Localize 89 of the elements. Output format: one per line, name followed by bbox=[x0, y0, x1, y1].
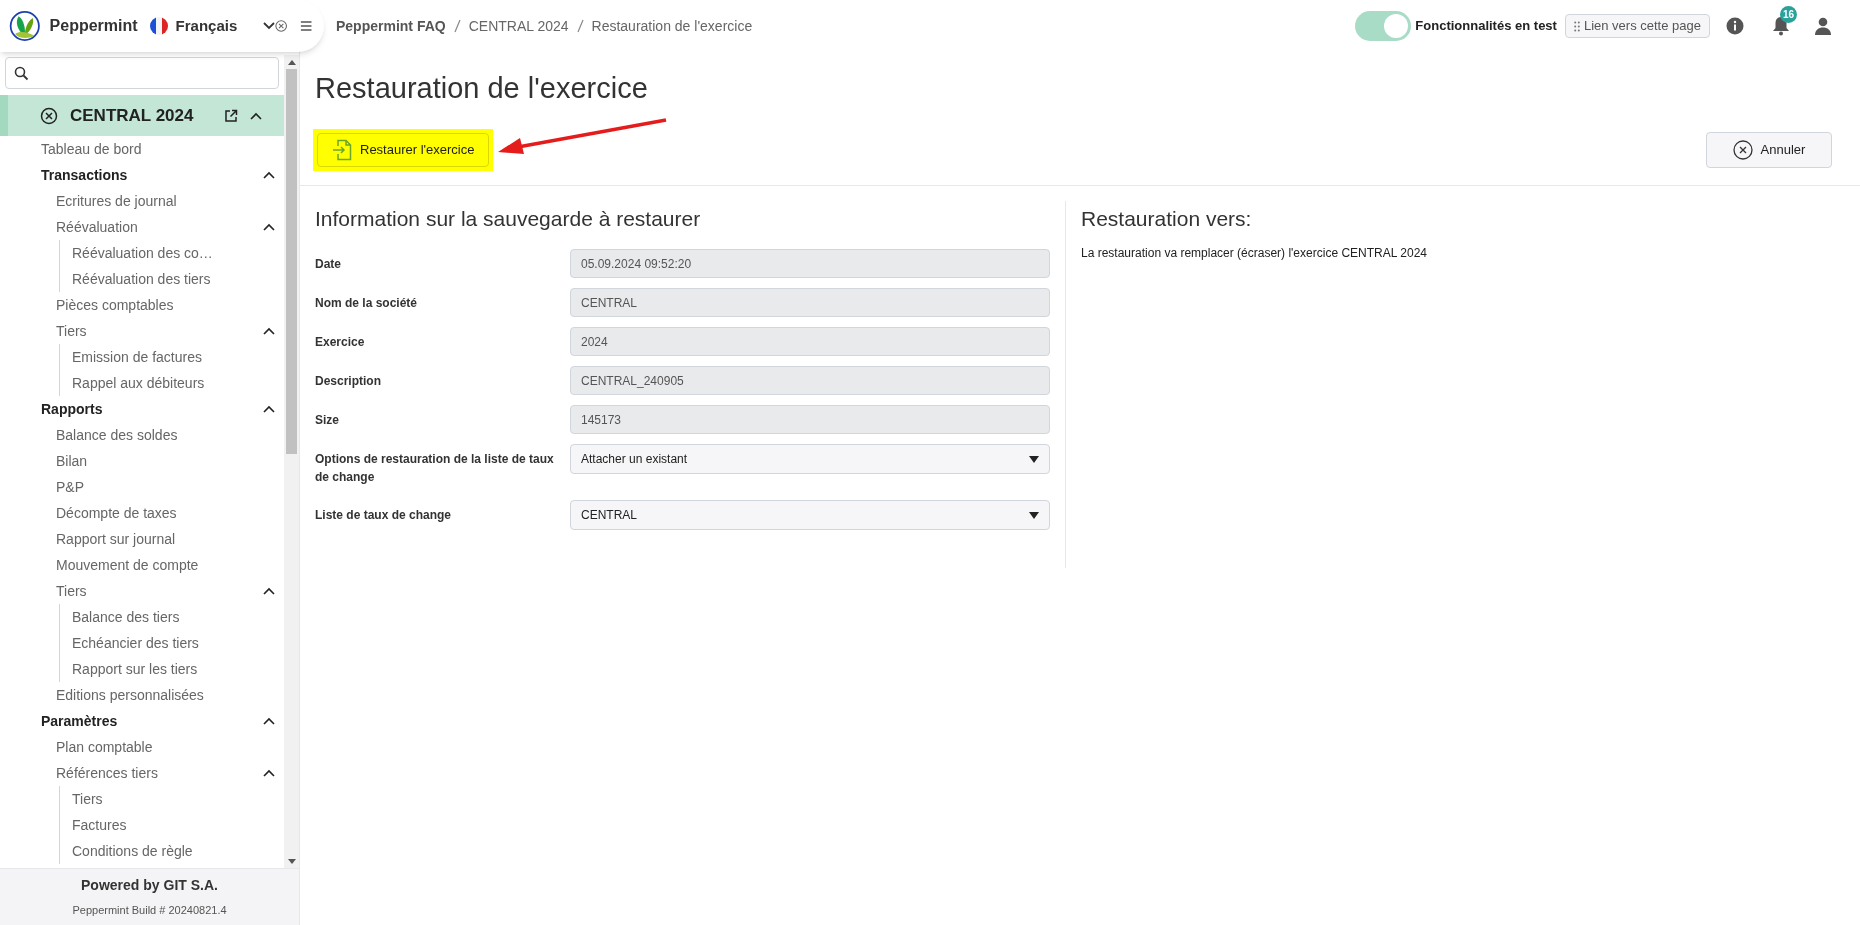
company-name: CENTRAL 2024 bbox=[70, 104, 194, 127]
sidebar-item[interactable]: Références tiers bbox=[56, 762, 158, 784]
sidebar-item[interactable]: Réévaluation bbox=[56, 216, 138, 238]
sidebar-item[interactable]: Décompte de taxes bbox=[56, 502, 177, 524]
field-label: Options de restauration de la liste de taux de change bbox=[315, 451, 555, 486]
link-button[interactable]: Lien vers cette page bbox=[1564, 14, 1710, 38]
scroll-up-icon[interactable] bbox=[287, 59, 296, 65]
chevron-up-icon[interactable] bbox=[250, 111, 262, 120]
sidebar-item[interactable]: Emission de factures bbox=[72, 346, 202, 368]
chevron-up-icon[interactable] bbox=[263, 327, 275, 335]
sidebar-section[interactable]: Paramètres bbox=[41, 710, 118, 732]
drag-handle-icon bbox=[1573, 20, 1580, 32]
sidebar-section[interactable]: Transactions bbox=[41, 164, 128, 186]
sidebar-item[interactable]: Tiers bbox=[56, 580, 87, 602]
notification-badge: 16 bbox=[1780, 6, 1798, 23]
close-circle-icon bbox=[1732, 140, 1753, 160]
field-label: Nom de la société bbox=[315, 295, 419, 312]
sidebar-item[interactable]: Factures bbox=[72, 814, 127, 836]
readonly-field[interactable]: 2024 bbox=[570, 327, 1050, 356]
sidebar-item[interactable]: Tableau de bord bbox=[41, 138, 142, 160]
restore-button[interactable]: Restaurer l'exercice bbox=[317, 133, 490, 167]
chevron-up-icon[interactable] bbox=[263, 587, 275, 595]
powered-by-text: Powered by GIT S.A. bbox=[81, 876, 218, 896]
dropdown-field[interactable]: CENTRAL bbox=[570, 500, 1050, 530]
sidebar-item[interactable]: Plan comptable bbox=[56, 736, 153, 758]
breadcrumb-link[interactable]: Peppermint FAQ bbox=[336, 15, 446, 37]
sidebar-item[interactable]: Echéancier des tiers bbox=[72, 632, 199, 654]
sidebar-item[interactable]: Editions personnalisées bbox=[56, 684, 204, 706]
info-icon[interactable] bbox=[1726, 17, 1744, 35]
flag-icon bbox=[149, 17, 168, 35]
app-name: Peppermint bbox=[49, 16, 138, 36]
toggle-switch[interactable] bbox=[1355, 11, 1412, 41]
language-dropdown[interactable]: Français bbox=[149, 14, 276, 38]
breadcrumb-separator bbox=[576, 19, 584, 33]
sidebar-item[interactable]: Balance des soldes bbox=[56, 424, 178, 446]
sidebar-item[interactable]: Balance des tiers bbox=[72, 606, 180, 628]
readonly-field[interactable]: CENTRAL_240905 bbox=[570, 366, 1050, 395]
section-title: Information sur la sauvegarde à restaurer bbox=[315, 206, 702, 232]
chevron-up-icon[interactable] bbox=[263, 769, 275, 777]
sidebar-item[interactable]: Mouvement de compte bbox=[56, 554, 199, 576]
sidebar-item[interactable]: Tiers bbox=[72, 788, 103, 810]
field-label: Date bbox=[315, 256, 342, 273]
field-label: Size bbox=[315, 412, 340, 429]
sidebar-item[interactable]: Ecritures de journal bbox=[56, 190, 177, 212]
dropdown-field[interactable]: Attacher un existant bbox=[570, 444, 1050, 474]
field-label: Liste de taux de change bbox=[315, 507, 453, 524]
dropdown-arrow-icon bbox=[1029, 511, 1039, 519]
sidebar-section[interactable]: Rapports bbox=[41, 398, 103, 420]
search-icon bbox=[14, 65, 29, 81]
restore-warning-text: La restauration va remplacer (écraser) l'exercice CENTRAL 2024 bbox=[1081, 245, 1428, 262]
sidebar-item[interactable]: P&P bbox=[56, 476, 84, 498]
sidebar-item[interactable]: Tiers bbox=[56, 320, 87, 342]
close-icon[interactable] bbox=[275, 19, 288, 33]
toggle-label: Fonctionnalités en test bbox=[1415, 17, 1557, 36]
scrollbar[interactable] bbox=[284, 55, 299, 868]
scroll-down-icon[interactable] bbox=[287, 858, 296, 864]
sidebar-item[interactable]: Réévaluation des tiers bbox=[72, 268, 211, 290]
close-circle-icon[interactable] bbox=[40, 106, 58, 125]
readonly-field[interactable]: 145173 bbox=[570, 405, 1050, 434]
chevron-up-icon[interactable] bbox=[263, 171, 275, 179]
external-link-icon[interactable] bbox=[224, 108, 238, 123]
chevron-up-icon[interactable] bbox=[263, 223, 275, 231]
sidebar-item[interactable]: Réévaluation des co… bbox=[72, 242, 213, 264]
field-label: Description bbox=[315, 373, 382, 390]
cancel-button[interactable]: Annuler bbox=[1706, 132, 1832, 168]
sidebar-item[interactable]: Pièces comptables bbox=[56, 294, 174, 316]
search-field[interactable] bbox=[5, 57, 279, 89]
page-title: Restauration de l'exercice bbox=[315, 71, 649, 106]
menu-icon[interactable] bbox=[299, 20, 312, 32]
chevron-up-icon[interactable] bbox=[263, 717, 275, 725]
sidebar-item[interactable]: Rapport sur les tiers bbox=[72, 658, 198, 680]
breadcrumb-link[interactable]: CENTRAL 2024 bbox=[468, 15, 569, 37]
sidebar-item[interactable]: Conditions de règle bbox=[72, 840, 193, 862]
company-row[interactable]: CENTRAL 2024 bbox=[0, 95, 284, 136]
file-import-icon bbox=[332, 139, 352, 161]
dropdown-arrow-icon bbox=[1029, 455, 1039, 463]
readonly-field[interactable]: 05.09.2024 09:52:20 bbox=[570, 249, 1050, 278]
section-title: Restauration vers: bbox=[1081, 206, 1253, 232]
breadcrumb-separator bbox=[453, 19, 461, 33]
chevron-down-icon bbox=[263, 22, 276, 30]
sidebar-item[interactable]: Bilan bbox=[56, 450, 88, 472]
sidebar-item[interactable]: Rappel aux débiteurs bbox=[72, 372, 205, 394]
user-icon[interactable] bbox=[1814, 17, 1832, 35]
build-number: Peppermint Build # 20240821.4 bbox=[72, 903, 227, 919]
chevron-up-icon[interactable] bbox=[263, 405, 275, 413]
breadcrumb-link[interactable]: Restauration de l'exercice bbox=[591, 15, 753, 37]
readonly-field[interactable]: CENTRAL bbox=[570, 288, 1050, 317]
sidebar-item[interactable]: Rapport sur journal bbox=[56, 528, 176, 550]
field-label: Exercice bbox=[315, 334, 366, 351]
